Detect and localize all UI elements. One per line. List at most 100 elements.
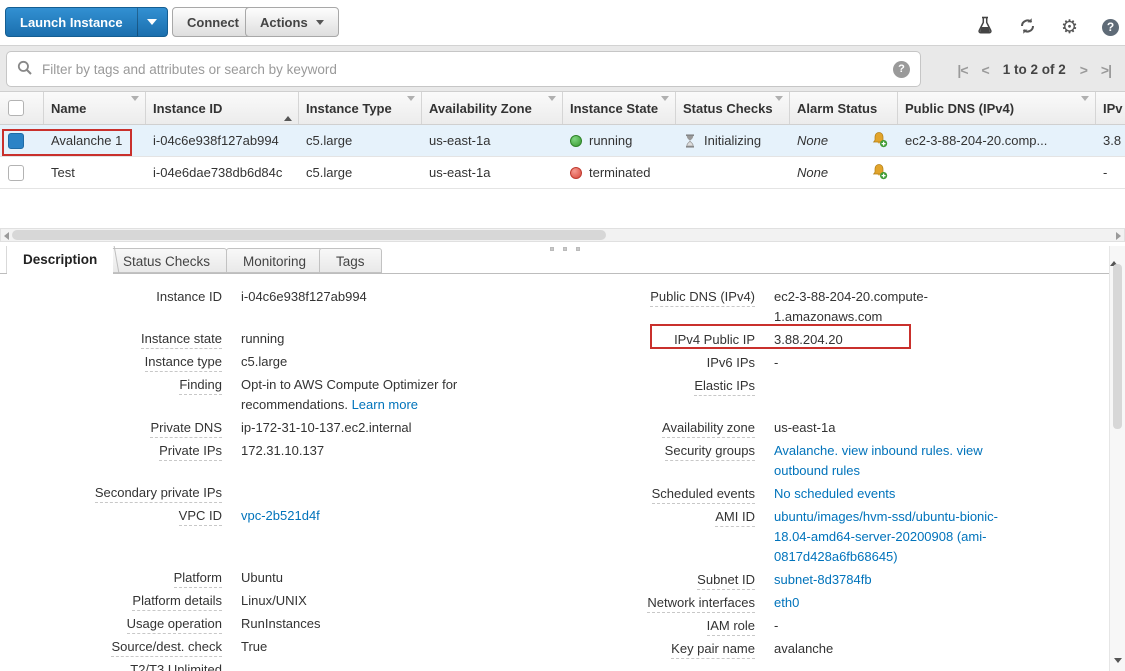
horizontal-scrollbar[interactable] [0, 228, 1125, 242]
column-header-name[interactable]: Name [44, 92, 146, 124]
field-t2-t3-unlimited: T2/T3 Unlimited [0, 660, 560, 671]
column-header-public-dns[interactable]: Public DNS (IPv4) [898, 92, 1096, 124]
field-label: VPC ID [179, 507, 222, 526]
cell-instance-id: i-04c6e938f127ab994 [146, 125, 299, 156]
search-box[interactable]: ? [6, 51, 921, 87]
select-all-checkbox[interactable] [8, 100, 24, 116]
vertical-scrollbar-thumb[interactable] [1113, 264, 1122, 429]
field-label: Platform details [132, 592, 222, 611]
table-header-row: Name Instance ID Instance Type Availabil… [0, 92, 1125, 125]
security-groups-link[interactable]: outbound rules [774, 461, 1094, 481]
tab-label: Description [23, 252, 97, 267]
vertical-scrollbar[interactable] [1109, 246, 1125, 671]
connect-button[interactable]: Connect [172, 7, 254, 37]
ami-id-link[interactable]: 18.04-amd64-server-20200908 (ami- [774, 527, 1094, 547]
create-alarm-bell-icon[interactable] [871, 131, 888, 151]
search-help-icon[interactable]: ? [893, 61, 910, 78]
field-value [241, 660, 541, 671]
state-label: running [589, 133, 632, 148]
column-header-status-checks[interactable]: Status Checks [676, 92, 790, 124]
field-value: ubuntu/images/hvm-ssd/ubuntu-bionic- 18.… [774, 507, 1094, 567]
security-groups-link[interactable]: Avalanche. view inbound rules. view [774, 441, 1094, 461]
hourglass-icon [683, 134, 697, 148]
create-alarm-bell-icon[interactable] [871, 163, 888, 183]
launch-instance-dropdown[interactable] [137, 8, 167, 36]
field-value: - [774, 353, 1094, 373]
cell-alarm-status: None [790, 125, 898, 156]
state-label: terminated [589, 165, 650, 180]
first-page-button[interactable]: |< [957, 62, 967, 78]
beaker-icon[interactable] [976, 16, 994, 38]
sort-down-icon [548, 101, 556, 116]
column-header-alarm-status[interactable]: Alarm Status [790, 92, 898, 124]
next-page-button[interactable]: > [1080, 62, 1087, 78]
field-ami-id: AMI ID ubuntu/images/hvm-ssd/ubuntu-bion… [560, 507, 1105, 567]
field-value: ip-172-31-10-137.ec2.internal [241, 418, 541, 438]
field-label: Finding [179, 376, 222, 395]
scheduled-events-link[interactable]: No scheduled events [774, 484, 1094, 504]
column-label: Instance State [570, 101, 658, 116]
tab-description[interactable]: Description [7, 246, 113, 275]
field-vpc-id: VPC ID vpc-2b521d4f [0, 506, 560, 526]
actions-button[interactable]: Actions [245, 7, 339, 37]
field-value: Avalanche. view inbound rules. view outb… [774, 441, 1094, 481]
field-scheduled-events: Scheduled events No scheduled events [560, 484, 1105, 504]
scroll-left-icon[interactable] [4, 232, 9, 240]
row-checkbox[interactable] [8, 133, 24, 149]
page-range-label: 1 to 2 of 2 [1003, 62, 1066, 77]
row-checkbox[interactable] [8, 165, 24, 181]
ami-id-link[interactable]: 0817d428a6fb68645) [774, 547, 1094, 567]
field-value-line: 1.amazonaws.com [774, 307, 1094, 327]
field-label: Instance type [145, 353, 222, 372]
description-panel: Instance ID i-04c6e938f127ab994 Instance… [0, 274, 1109, 671]
field-source-dest-check: Source/dest. check True [0, 637, 560, 657]
last-page-button[interactable]: >| [1101, 62, 1111, 78]
field-value: 3.88.204.20 [774, 330, 1094, 350]
cell-availability-zone: us-east-1a [422, 125, 563, 156]
field-label: Elastic IPs [694, 377, 755, 396]
tab-tags[interactable]: Tags [319, 248, 382, 273]
tab-monitoring[interactable]: Monitoring [226, 248, 323, 273]
table-row[interactable]: Avalanche 1 i-04c6e938f127ab994 c5.large… [0, 125, 1125, 157]
column-header-ipv4[interactable]: IPv [1096, 92, 1125, 124]
scroll-right-icon[interactable] [1116, 232, 1121, 240]
field-iam-role: IAM role - [560, 616, 1105, 636]
help-icon[interactable]: ? [1102, 19, 1119, 36]
gear-icon[interactable]: ⚙ [1061, 18, 1078, 37]
scroll-down-icon[interactable] [1114, 658, 1122, 663]
field-ipv6-ips: IPv6 IPs - [560, 353, 1105, 373]
column-header-instance-state[interactable]: Instance State [563, 92, 676, 124]
cell-instance-id: i-04e6dae738db6d84c [146, 157, 299, 188]
column-label: IPv [1103, 101, 1123, 116]
field-value-line: recommendations. [241, 397, 352, 412]
network-interface-link[interactable]: eth0 [774, 593, 1094, 613]
sort-down-icon [131, 101, 139, 116]
scroll-up-icon[interactable] [1110, 246, 1118, 266]
field-label: Availability zone [662, 419, 755, 438]
refresh-icon[interactable] [1018, 17, 1037, 38]
field-value: running [241, 329, 541, 349]
vpc-id-link[interactable]: vpc-2b521d4f [241, 506, 541, 526]
field-value: ec2-3-88-204-20.compute- 1.amazonaws.com [774, 287, 1094, 327]
field-value: avalanche [774, 639, 1094, 659]
subnet-id-link[interactable]: subnet-8d3784fb [774, 570, 1094, 590]
prev-page-button[interactable]: < [982, 62, 989, 78]
launch-instance-button[interactable]: Launch Instance [6, 15, 137, 30]
field-instance-state: Instance state running [0, 329, 560, 349]
field-value: c5.large [241, 352, 541, 372]
cell-instance-state: terminated [563, 157, 676, 188]
field-ipv4-public-ip: IPv4 Public IP 3.88.204.20 [560, 330, 1105, 350]
field-label: Usage operation [127, 615, 222, 634]
tab-status-checks[interactable]: Status Checks [106, 248, 227, 273]
column-header-availability-zone[interactable]: Availability Zone [422, 92, 563, 124]
ami-id-link[interactable]: ubuntu/images/hvm-ssd/ubuntu-bionic- [774, 507, 1094, 527]
horizontal-scrollbar-thumb[interactable] [12, 230, 606, 240]
splitter-handle[interactable] [550, 247, 580, 251]
field-value: 172.31.10.137 [241, 441, 541, 461]
learn-more-link[interactable]: Learn more [352, 397, 418, 412]
column-header-instance-type[interactable]: Instance Type [299, 92, 422, 124]
sort-down-icon [775, 101, 783, 116]
search-input[interactable] [42, 62, 893, 77]
table-row[interactable]: Test i-04e6dae738db6d84c c5.large us-eas… [0, 157, 1125, 189]
column-header-instance-id[interactable]: Instance ID [146, 92, 299, 124]
